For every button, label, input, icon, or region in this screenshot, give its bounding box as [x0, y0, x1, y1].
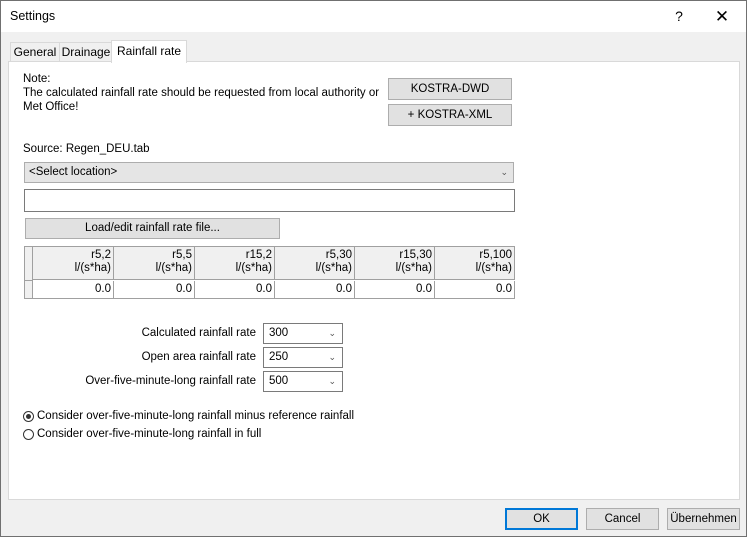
- column-name: r15,30: [399, 249, 432, 261]
- source-label: Source: Regen_DEU.tab: [23, 143, 150, 155]
- grid-corner: [25, 247, 33, 281]
- row-header[interactable]: [25, 281, 33, 299]
- grid-cell[interactable]: 0.0: [435, 281, 515, 299]
- open-area-rate-label: Open area rainfall rate: [141, 351, 256, 363]
- column-unit: l/(s*ha): [155, 262, 192, 274]
- calculated-rate-select[interactable]: 300 ⌄: [263, 323, 343, 344]
- tab-rainfall-rate[interactable]: Rainfall rate: [111, 40, 187, 63]
- column-unit: l/(s*ha): [475, 262, 512, 274]
- title-bar: Settings ? ✕: [1, 1, 746, 32]
- kostra-dwd-button[interactable]: KOSTRA-DWD: [388, 78, 512, 100]
- kostra-xml-button[interactable]: + KOSTRA-XML: [388, 104, 512, 126]
- apply-button[interactable]: Übernehmen: [667, 508, 740, 530]
- grid-cell[interactable]: 0.0: [275, 281, 355, 299]
- column-unit: l/(s*ha): [395, 262, 432, 274]
- over-five-minute-rate-select[interactable]: 500 ⌄: [263, 371, 343, 392]
- column-header[interactable]: r5,5 l/(s*ha): [114, 247, 195, 280]
- calculated-rate-value: 300: [269, 327, 289, 339]
- chevron-down-icon: ⌄: [328, 376, 336, 386]
- column-header[interactable]: r5,2 l/(s*ha): [33, 247, 114, 280]
- location-text-field[interactable]: [24, 189, 515, 212]
- chevron-down-icon: ⌄: [500, 167, 508, 177]
- over-five-minute-rate-value: 500: [269, 375, 289, 387]
- column-header[interactable]: r15,2 l/(s*ha): [195, 247, 275, 280]
- grid-cell[interactable]: 0.0: [195, 281, 275, 299]
- column-name: r5,5: [172, 249, 192, 261]
- column-header[interactable]: r15,30 l/(s*ha): [355, 247, 435, 280]
- column-unit: l/(s*ha): [74, 262, 111, 274]
- radio-button[interactable]: [23, 428, 34, 440]
- column-unit: l/(s*ha): [235, 262, 272, 274]
- option-in-full[interactable]: Consider over-five-minute-long rainfall …: [23, 428, 261, 440]
- rainfall-grid: r5,2 l/(s*ha) r5,5 l/(s*ha) r15,2 l/(s*h…: [24, 246, 515, 299]
- chevron-down-icon: ⌄: [328, 328, 336, 338]
- location-select-value: <Select location>: [29, 166, 118, 178]
- note-text: The calculated rainfall rate should be r…: [23, 87, 380, 113]
- open-area-rate-select[interactable]: 250 ⌄: [263, 347, 343, 368]
- option-minus-reference[interactable]: Consider over-five-minute-long rainfall …: [23, 410, 354, 422]
- option-label: Consider over-five-minute-long rainfall …: [37, 410, 355, 422]
- column-name: r5,100: [479, 249, 512, 261]
- column-header[interactable]: r5,100 l/(s*ha): [435, 247, 515, 280]
- option-label: Consider over-five-minute-long rainfall …: [37, 428, 262, 440]
- location-select[interactable]: <Select location> ⌄: [24, 162, 514, 183]
- column-name: r5,2: [91, 249, 111, 261]
- cancel-button[interactable]: Cancel: [586, 508, 659, 530]
- dialog-title: Settings: [10, 9, 56, 23]
- column-name: r15,2: [245, 249, 272, 261]
- load-rainfall-file-button[interactable]: Load/edit rainfall rate file...: [25, 218, 280, 239]
- over-five-minute-rate-label: Over-five-minute-long rainfall rate: [85, 375, 256, 387]
- column-name: r5,30: [325, 249, 352, 261]
- tab-general[interactable]: General: [10, 42, 60, 62]
- column-header[interactable]: r5,30 l/(s*ha): [275, 247, 355, 280]
- open-area-rate-value: 250: [269, 351, 289, 363]
- close-button[interactable]: ✕: [707, 4, 737, 29]
- settings-dialog: Settings ? ✕ General Drainage Rainfall r…: [0, 0, 747, 537]
- note-title: Note:: [23, 73, 51, 85]
- grid-cell[interactable]: 0.0: [114, 281, 195, 299]
- column-unit: l/(s*ha): [315, 262, 352, 274]
- rainfall-rate-panel: Note: The calculated rainfall rate shoul…: [8, 61, 740, 500]
- radio-button-checked[interactable]: [23, 410, 34, 422]
- chevron-down-icon: ⌄: [328, 352, 336, 362]
- grid-cell[interactable]: 0.0: [355, 281, 435, 299]
- note: Note: The calculated rainfall rate shoul…: [23, 72, 383, 114]
- ok-button[interactable]: OK: [505, 508, 578, 530]
- tab-drainage[interactable]: Drainage: [59, 42, 113, 62]
- calculated-rate-label: Calculated rainfall rate: [141, 327, 256, 339]
- help-button[interactable]: ?: [664, 4, 694, 29]
- grid-cell[interactable]: 0.0: [33, 281, 114, 299]
